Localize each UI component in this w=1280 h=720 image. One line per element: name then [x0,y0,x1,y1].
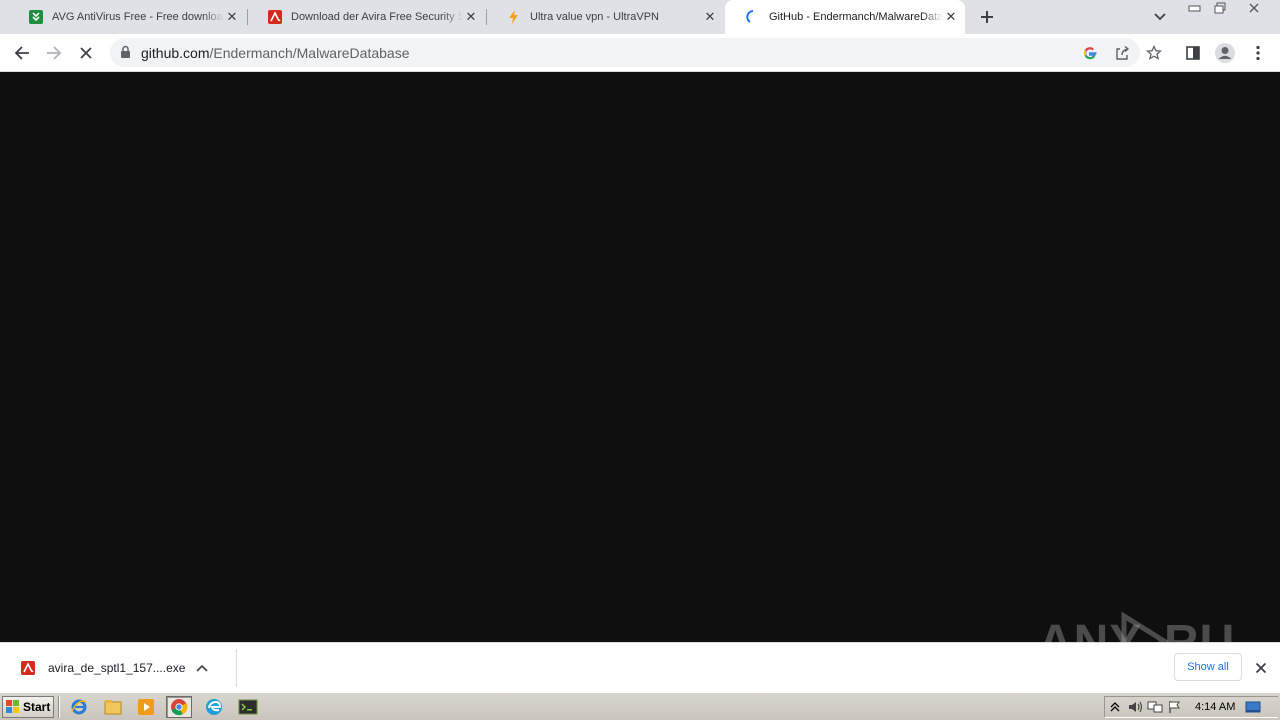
close-icon[interactable]: ✕ [224,9,240,25]
tab-search-chevron-icon[interactable] [1150,8,1170,26]
chevron-up-icon[interactable] [194,660,210,676]
download-item[interactable]: avira_de_sptl1_157....exe [10,651,235,685]
back-button[interactable] [9,40,35,66]
forward-button[interactable] [41,40,67,66]
download-shelf: avira_de_sptl1_157....exe Show all [0,642,1280,692]
download-filename: avira_de_sptl1_157....exe [48,661,186,675]
volume-icon[interactable] [1125,698,1145,716]
download-divider [236,649,237,687]
start-button[interactable]: Start [2,696,54,718]
tab-title: GitHub - Endermanch/MalwareDatabase [769,11,943,23]
clock[interactable]: 4:14 AM [1195,701,1235,713]
system-tray: 4:14 AM [1104,696,1278,718]
tab-strip: AVG AntiVirus Free - Free download ✕ Dow… [0,0,1280,34]
file-explorer-icon[interactable] [100,696,126,718]
show-desktop-icon[interactable] [1243,698,1263,716]
edge-icon[interactable] [201,696,227,718]
browser-toolbar: github.com/Endermanch/MalwareDatabase [0,34,1280,72]
lock-icon[interactable] [120,45,131,64]
share-icon[interactable] [1109,40,1135,66]
tab-ultravpn[interactable]: Ultra value vpn - UltraVPN ✕ [486,0,724,34]
new-tab-button[interactable] [976,6,998,28]
url-host: github.com [141,45,210,61]
windows-logo-icon [6,700,20,714]
tab-title: Ultra value vpn - UltraVPN [530,11,659,23]
avira-icon [267,9,283,25]
show-hidden-icons-icon[interactable] [1105,698,1125,716]
close-icon[interactable]: ✕ [463,9,479,25]
google-icon[interactable] [1077,40,1103,66]
page-content [0,72,1280,642]
tab-title: Download der Avira Free Security Softwar… [291,11,463,23]
bookmark-star-icon[interactable] [1141,40,1167,66]
tab-avira[interactable]: Download der Avira Free Security Softwar… [247,0,485,34]
show-all-button[interactable]: Show all [1174,653,1242,681]
address-bar[interactable]: github.com/Endermanch/MalwareDatabase [110,38,1140,67]
chrome-icon[interactable] [166,696,192,718]
media-player-icon[interactable] [133,696,159,718]
screen: AVG AntiVirus Free - Free download ✕ Dow… [0,0,1280,720]
action-center-flag-icon[interactable] [1165,698,1185,716]
close-window-button[interactable] [1243,0,1265,16]
tab-title: AVG AntiVirus Free - Free download [52,11,224,23]
taskbar: Start 4:14 AM [0,692,1280,720]
tab-github[interactable]: GitHub - Endermanch/MalwareDatabase ✕ [725,0,965,34]
menu-kebab-icon[interactable] [1245,40,1271,66]
loading-spinner-icon [745,9,761,25]
ie-icon[interactable] [66,696,92,718]
close-icon[interactable]: ✕ [702,9,718,25]
close-shelf-icon[interactable] [1252,659,1270,677]
taskbar-divider [58,696,60,718]
network-icon[interactable] [1145,698,1165,716]
side-panel-icon[interactable] [1180,40,1206,66]
close-icon[interactable]: ✕ [943,9,959,25]
url-path: /Endermanch/MalwareDatabase [209,45,410,61]
stop-loading-button[interactable] [73,40,99,66]
lightning-icon [506,9,522,25]
tab-avg[interactable]: AVG AntiVirus Free - Free download ✕ [8,0,246,34]
avg-download-icon [28,9,44,25]
terminal-icon[interactable] [235,696,261,718]
url-text: github.com/Endermanch/MalwareDatabase [141,45,409,61]
profile-avatar-icon[interactable] [1212,40,1238,66]
minimize-button[interactable] [1184,0,1206,16]
restore-button[interactable] [1209,0,1231,16]
avira-file-icon [20,660,36,676]
start-label: Start [23,700,51,714]
